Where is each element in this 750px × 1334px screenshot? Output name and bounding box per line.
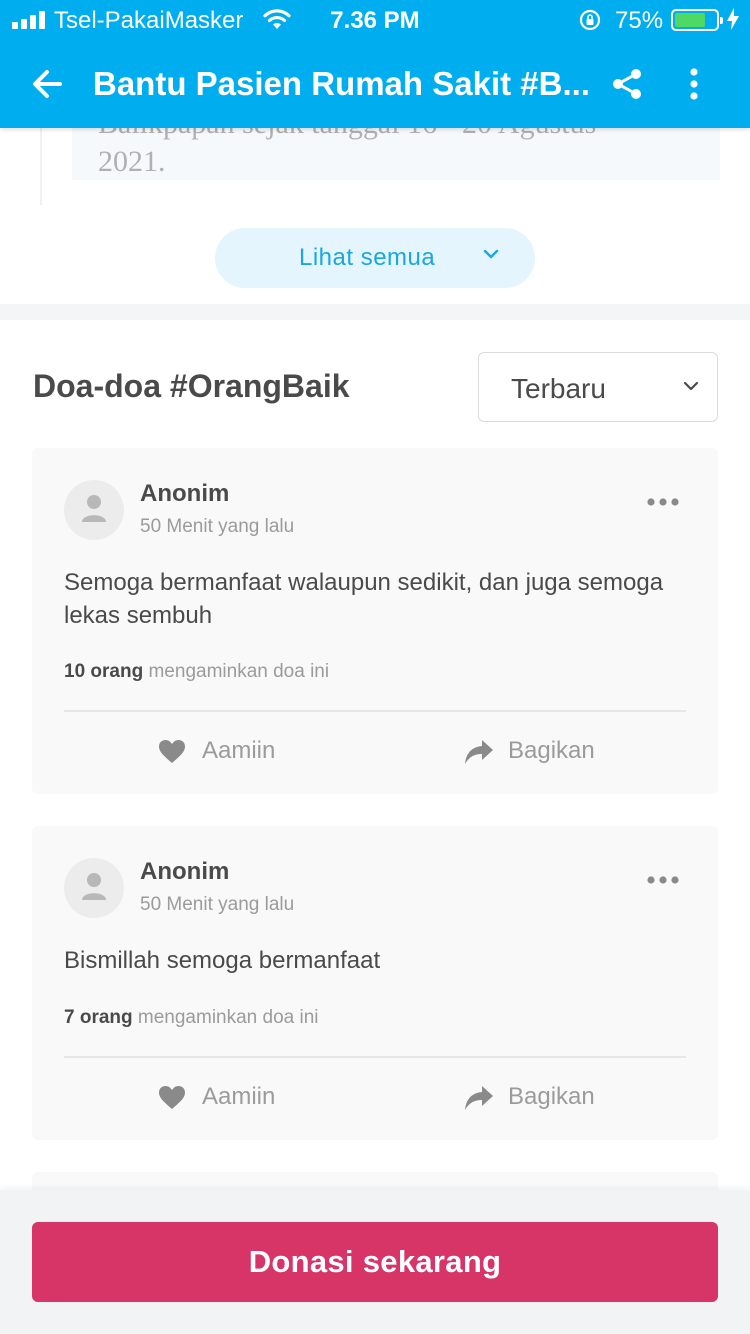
rotation-lock-icon (578, 8, 602, 39)
chevron-down-icon (683, 381, 699, 391)
carrier-name: Tsel-PakaiMasker (54, 7, 244, 34)
sort-selected-value: Terbaru (511, 373, 606, 404)
amen-text: mengaminkan doa ini (137, 1007, 319, 1028)
amen-summary: 7 orang mengaminkan doa ini (64, 1007, 319, 1029)
card-divider (64, 1056, 686, 1058)
prayer-time: 50 Menit yang lalu (140, 894, 295, 915)
amen-button[interactable]: Aamiin (158, 1079, 318, 1119)
share-forward-icon (465, 1086, 493, 1110)
prayer-author: Anonim (140, 480, 230, 507)
section-divider (0, 304, 750, 320)
prayer-card: Anonim 50 Menit yang lalu Semoga bermanf… (32, 448, 718, 794)
heart-icon (159, 740, 185, 763)
see-all-button[interactable]: Lihat semua (215, 228, 535, 288)
bottom-action-bar: Donasi sekarang (0, 1190, 750, 1334)
amen-button[interactable]: Aamiin (158, 733, 318, 773)
chevron-down-icon (483, 249, 499, 259)
prayer-menu-button[interactable] (644, 870, 684, 890)
prayers-section-title: Doa-doa #OrangBaik (33, 368, 350, 404)
avatar (64, 858, 124, 918)
battery-icon (671, 9, 723, 31)
signal-icon (12, 11, 45, 29)
amen-text: mengaminkan doa ini (148, 661, 330, 682)
share-icon (613, 69, 641, 99)
amen-count: 10 orang (64, 661, 144, 682)
battery-percent: 75% (615, 7, 664, 34)
prayer-time: 50 Menit yang lalu (140, 516, 295, 537)
prayer-author: Anonim (140, 858, 230, 885)
amen-summary: 10 orang mengaminkan doa ini (64, 661, 329, 683)
amen-button-label: Aamiin (202, 1083, 276, 1110)
arrow-left-icon (33, 70, 62, 98)
user-icon (82, 495, 106, 522)
heart-icon (159, 1086, 185, 1109)
nav-bar: Bantu Pasien Rumah Sakit #B... (0, 40, 750, 128)
share-forward-icon (465, 740, 493, 764)
share-prayer-button[interactable]: Bagikan (464, 733, 644, 773)
more-horizontal-icon (647, 876, 679, 884)
avatar (64, 480, 124, 540)
page-title: Bantu Pasien Rumah Sakit #B... (93, 65, 590, 102)
prayer-card: Anonim 50 Menit yang lalu Bismillah semo… (32, 826, 718, 1140)
share-prayer-label: Bagikan (508, 737, 595, 764)
wifi-icon (262, 8, 292, 37)
more-horizontal-icon (647, 498, 679, 506)
share-button[interactable] (610, 62, 650, 106)
app-header: Tsel-PakaiMasker 7.36 PM 75% Bantu Pasie… (0, 0, 750, 128)
donate-button[interactable]: Donasi sekarang (32, 1222, 718, 1302)
share-prayer-label: Bagikan (508, 1083, 595, 1110)
description-line-2: 2021. (98, 145, 166, 178)
more-vertical-icon (690, 68, 698, 100)
see-all-label: Lihat semua (299, 244, 436, 271)
user-icon (82, 873, 106, 900)
charging-icon (726, 7, 740, 38)
more-options-button[interactable] (678, 62, 710, 106)
back-button[interactable] (30, 62, 78, 106)
amen-count: 7 orang (64, 1007, 133, 1028)
status-bar: Tsel-PakaiMasker 7.36 PM 75% (0, 0, 750, 40)
sort-dropdown[interactable]: Terbaru (478, 352, 718, 422)
card-divider (64, 710, 686, 712)
prayer-menu-button[interactable] (644, 492, 684, 512)
prayer-message: Semoga bermanfaat walaupun sedikit, dan … (64, 569, 664, 629)
amen-button-label: Aamiin (202, 737, 276, 764)
prayer-message: Bismillah semoga bermanfaat (64, 947, 381, 974)
share-prayer-button[interactable]: Bagikan (464, 1079, 644, 1119)
